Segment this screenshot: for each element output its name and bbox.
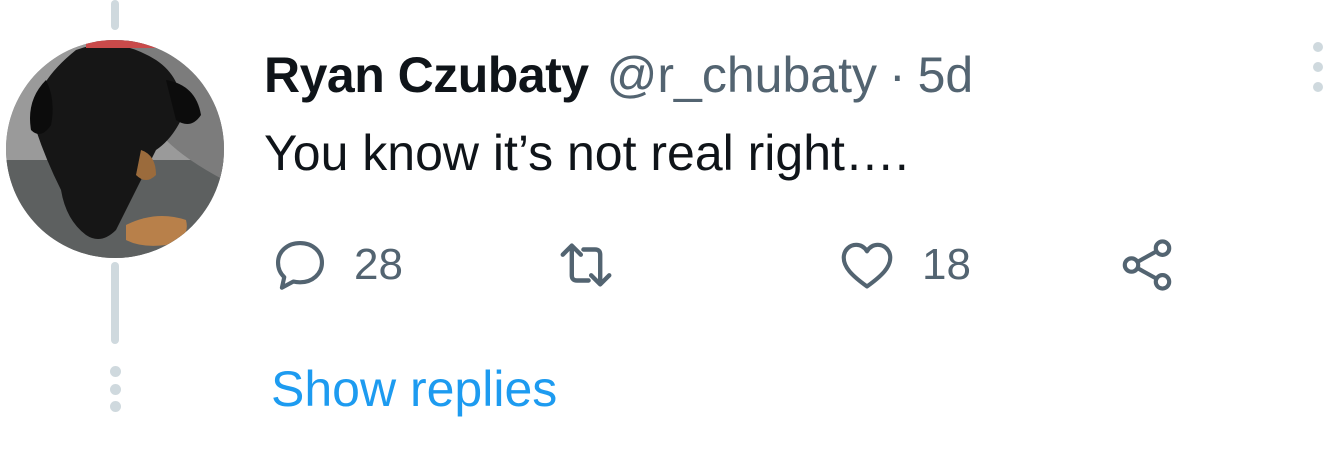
tweet-text: You know it’s not real right…. <box>264 125 909 181</box>
show-replies-link[interactable]: Show replies <box>271 358 557 420</box>
share-button[interactable] <box>1114 234 1180 296</box>
share-icon <box>1122 239 1172 291</box>
retweet-icon <box>560 243 612 287</box>
reply-icon <box>275 240 325 290</box>
tweet-header: Ryan Czubaty @r_chubaty · 5d <box>264 44 973 106</box>
header-separator: · <box>888 47 906 103</box>
reply-button[interactable]: 28 <box>268 234 403 296</box>
avatar-image <box>6 40 224 258</box>
thread-gap-dots <box>107 366 123 412</box>
author-handle[interactable]: @r_chubaty <box>607 44 877 106</box>
tweet-timestamp[interactable]: 5d <box>918 44 974 106</box>
author-name[interactable]: Ryan Czubaty <box>264 44 589 106</box>
thread-line-bottom <box>111 262 119 344</box>
like-count: 18 <box>922 240 971 289</box>
avatar[interactable] <box>6 40 224 258</box>
thread-line-top <box>111 0 119 30</box>
tweet-thread: Ryan Czubaty @r_chubaty · 5d You know it… <box>0 0 1344 450</box>
more-vertical-icon[interactable] <box>1310 42 1326 92</box>
heart-icon <box>841 242 893 289</box>
reply-count: 28 <box>354 240 403 289</box>
retweet-button[interactable] <box>548 234 646 296</box>
like-button[interactable]: 18 <box>834 234 971 296</box>
